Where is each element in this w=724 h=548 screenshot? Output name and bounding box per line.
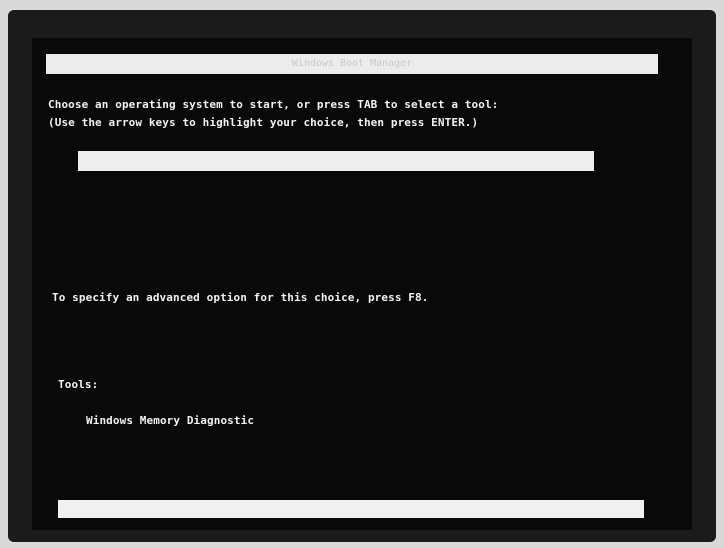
title-bar: Windows Boot Manager (46, 54, 658, 74)
tools-heading: Tools: (58, 378, 99, 391)
monitor-bezel: Windows Boot Manager Choose an operating… (8, 10, 716, 542)
window-title: Windows Boot Manager (291, 58, 413, 69)
instructions-line-1: Choose an operating system to start, or … (48, 98, 499, 111)
status-bar (58, 500, 644, 518)
instructions-line-2: (Use the arrow keys to highlight your ch… (48, 116, 479, 129)
tool-item-memory-diagnostic[interactable]: Windows Memory Diagnostic (86, 414, 254, 427)
advanced-option-hint: To specify an advanced option for this c… (52, 291, 429, 304)
boot-manager-screen: Windows Boot Manager Choose an operating… (32, 38, 692, 530)
os-choice-highlighted[interactable] (78, 151, 594, 171)
